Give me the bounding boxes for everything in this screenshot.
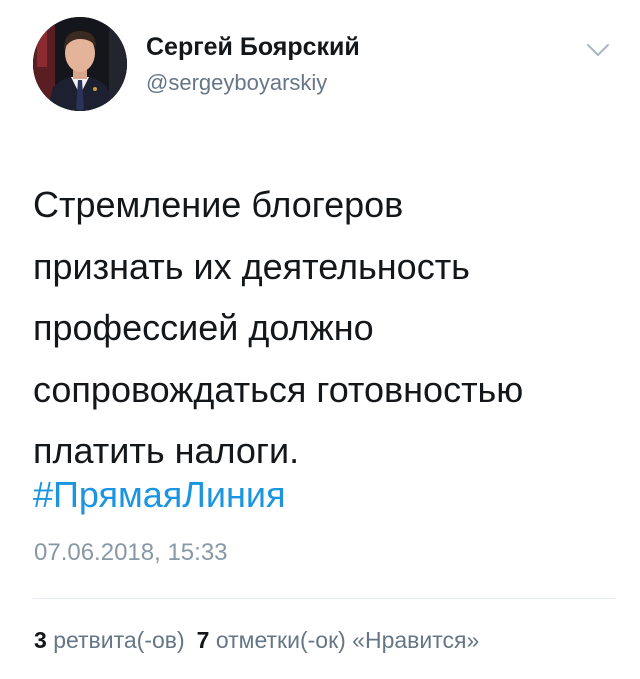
tweet-card: Сергей Боярский @sergeyboyarskiy Стремле… (0, 0, 640, 679)
retweets-label: ретвита(-ов) (53, 627, 185, 653)
tweet-text-line: сопровождаться готовностью (33, 368, 524, 410)
divider (33, 598, 616, 599)
user-avatar[interactable] (33, 17, 127, 111)
tweet-text-line: Стремление блогеров (33, 184, 404, 225)
author-name[interactable]: Сергей Боярский (146, 33, 360, 62)
author-handle[interactable]: @sergeyboyarskiy (146, 70, 327, 96)
tweet-stats: 3 ретвита(-ов) 7 отметки(-ок) «Нравится» (34, 627, 479, 654)
likes-label: отметки(-ок) «Нравится» (215, 627, 480, 653)
likes-count: 7 (196, 627, 210, 653)
hashtag-link[interactable]: #ПрямаяЛиния (33, 470, 286, 520)
tweet-text-line: профессией должно (33, 307, 374, 348)
tweet-text-line: признать их деятельность (33, 245, 470, 287)
tweet-text: Стремление блогеров признать их деятельн… (33, 174, 613, 482)
user-avatar-photo (33, 17, 127, 111)
retweets-stat[interactable]: 3 ретвита(-ов) (34, 627, 185, 653)
likes-stat[interactable]: 7 отметки(-ок) «Нравится» (197, 627, 480, 653)
tweet-timestamp[interactable]: 07.06.2018, 15:33 (34, 539, 228, 567)
retweets-count: 3 (34, 627, 47, 653)
chevron-down-icon[interactable] (584, 40, 612, 60)
